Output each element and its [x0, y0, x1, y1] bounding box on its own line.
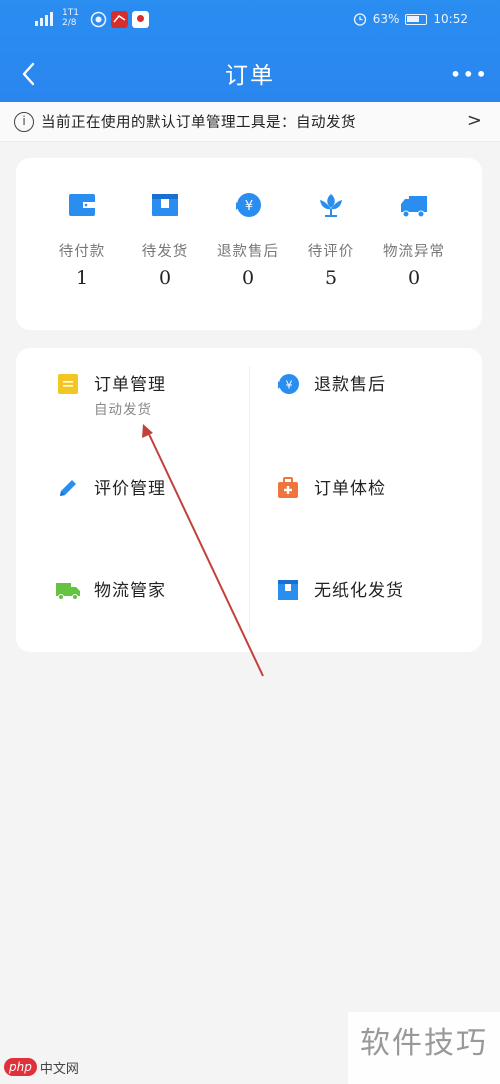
medical-kit-icon	[278, 477, 298, 498]
header-bar: 1T1 2/8 63% 10:52 订单 •••	[0, 0, 500, 102]
svg-text:¥: ¥	[245, 199, 253, 214]
stat-value: 0	[241, 267, 255, 289]
stat-label: 待发货	[141, 244, 189, 260]
refund-icon: ¥	[278, 374, 299, 394]
stat-value: 1	[75, 267, 89, 289]
tool-name: 退款售后	[314, 375, 386, 395]
box-icon	[278, 580, 298, 600]
app-icon-2	[111, 11, 128, 28]
chevron-right-icon: >	[466, 110, 482, 131]
order-status-card: 待付款 1 待发货 0 ¥ 退款售后 0 待评价 5 物流异常 0	[16, 158, 482, 330]
app-icon-1	[90, 11, 107, 28]
more-menu-icon[interactable]: •••	[450, 62, 488, 86]
notification-icons	[90, 11, 149, 28]
info-icon: i	[14, 111, 34, 132]
tool-refund-aftersale[interactable]: ¥ 退款售后	[276, 372, 456, 402]
notice-text: 当前正在使用的默认订单管理工具是：自动发货	[41, 115, 356, 131]
status-bar: 1T1 2/8 63% 10:52	[0, 0, 500, 40]
tool-subtitle: 自动发货	[94, 402, 152, 418]
pencil-icon	[60, 480, 76, 496]
app-icon-3	[132, 11, 149, 28]
stat-pending-review[interactable]: 待评价 5	[291, 190, 371, 289]
battery-icon	[405, 13, 428, 25]
clock: 10:52	[433, 12, 468, 26]
php-logo: php	[4, 1058, 37, 1076]
watermark-text: 软件技巧	[348, 1012, 500, 1084]
truck-icon	[56, 583, 80, 600]
stat-value: 0	[158, 267, 172, 289]
tools-card: 订单管理 自动发货 ¥ 退款售后 评价管理 订单体检 物流管家 无纸化发货	[16, 348, 482, 652]
notice-bar[interactable]: i 当前正在使用的默认订单管理工具是：自动发货 >	[0, 102, 500, 142]
stat-pending-payment[interactable]: 待付款 1	[42, 190, 122, 289]
tool-order-checkup[interactable]: 订单体检	[276, 476, 456, 506]
column-divider	[249, 366, 250, 634]
tool-order-management[interactable]: 订单管理 自动发货	[56, 372, 226, 422]
stat-label: 退款售后	[217, 244, 279, 260]
svg-text:¥: ¥	[286, 379, 293, 392]
carrier-label: 1T1 2/8	[62, 8, 79, 28]
tool-name: 物流管家	[94, 581, 166, 601]
stat-logistics-exception[interactable]: 物流异常 0	[374, 190, 454, 289]
stat-label: 待评价	[307, 244, 355, 260]
stat-value: 5	[324, 267, 338, 289]
watermark-php: php 中文网	[4, 1056, 79, 1078]
stat-label: 物流异常	[383, 244, 445, 260]
package-icon	[152, 194, 178, 216]
stat-pending-shipment[interactable]: 待发货 0	[125, 190, 205, 289]
stat-value: 0	[407, 267, 421, 289]
status-right: 63% 10:52	[353, 12, 468, 26]
flower-icon	[320, 194, 342, 217]
tool-name: 评价管理	[94, 479, 166, 499]
stat-label: 待付款	[58, 244, 106, 260]
battery-percent: 63%	[372, 12, 400, 26]
page-title: 订单	[225, 63, 275, 89]
tool-paperless-shipping[interactable]: 无纸化发货	[276, 578, 456, 608]
tool-review-management[interactable]: 评价管理	[56, 476, 226, 506]
watermark-site: 中文网	[39, 1061, 79, 1077]
alarm-icon	[353, 13, 366, 26]
tool-name: 订单管理	[94, 375, 166, 395]
truck-icon	[401, 196, 427, 218]
tool-logistics-manager[interactable]: 物流管家	[56, 578, 226, 608]
tool-name: 订单体检	[314, 479, 386, 499]
order-note-icon	[58, 374, 78, 394]
wallet-icon	[69, 194, 95, 216]
tool-name: 无纸化发货	[314, 581, 404, 601]
stat-refund[interactable]: ¥ 退款售后 0	[208, 190, 288, 289]
signal-icon	[35, 12, 53, 26]
refund-icon: ¥	[236, 193, 261, 217]
